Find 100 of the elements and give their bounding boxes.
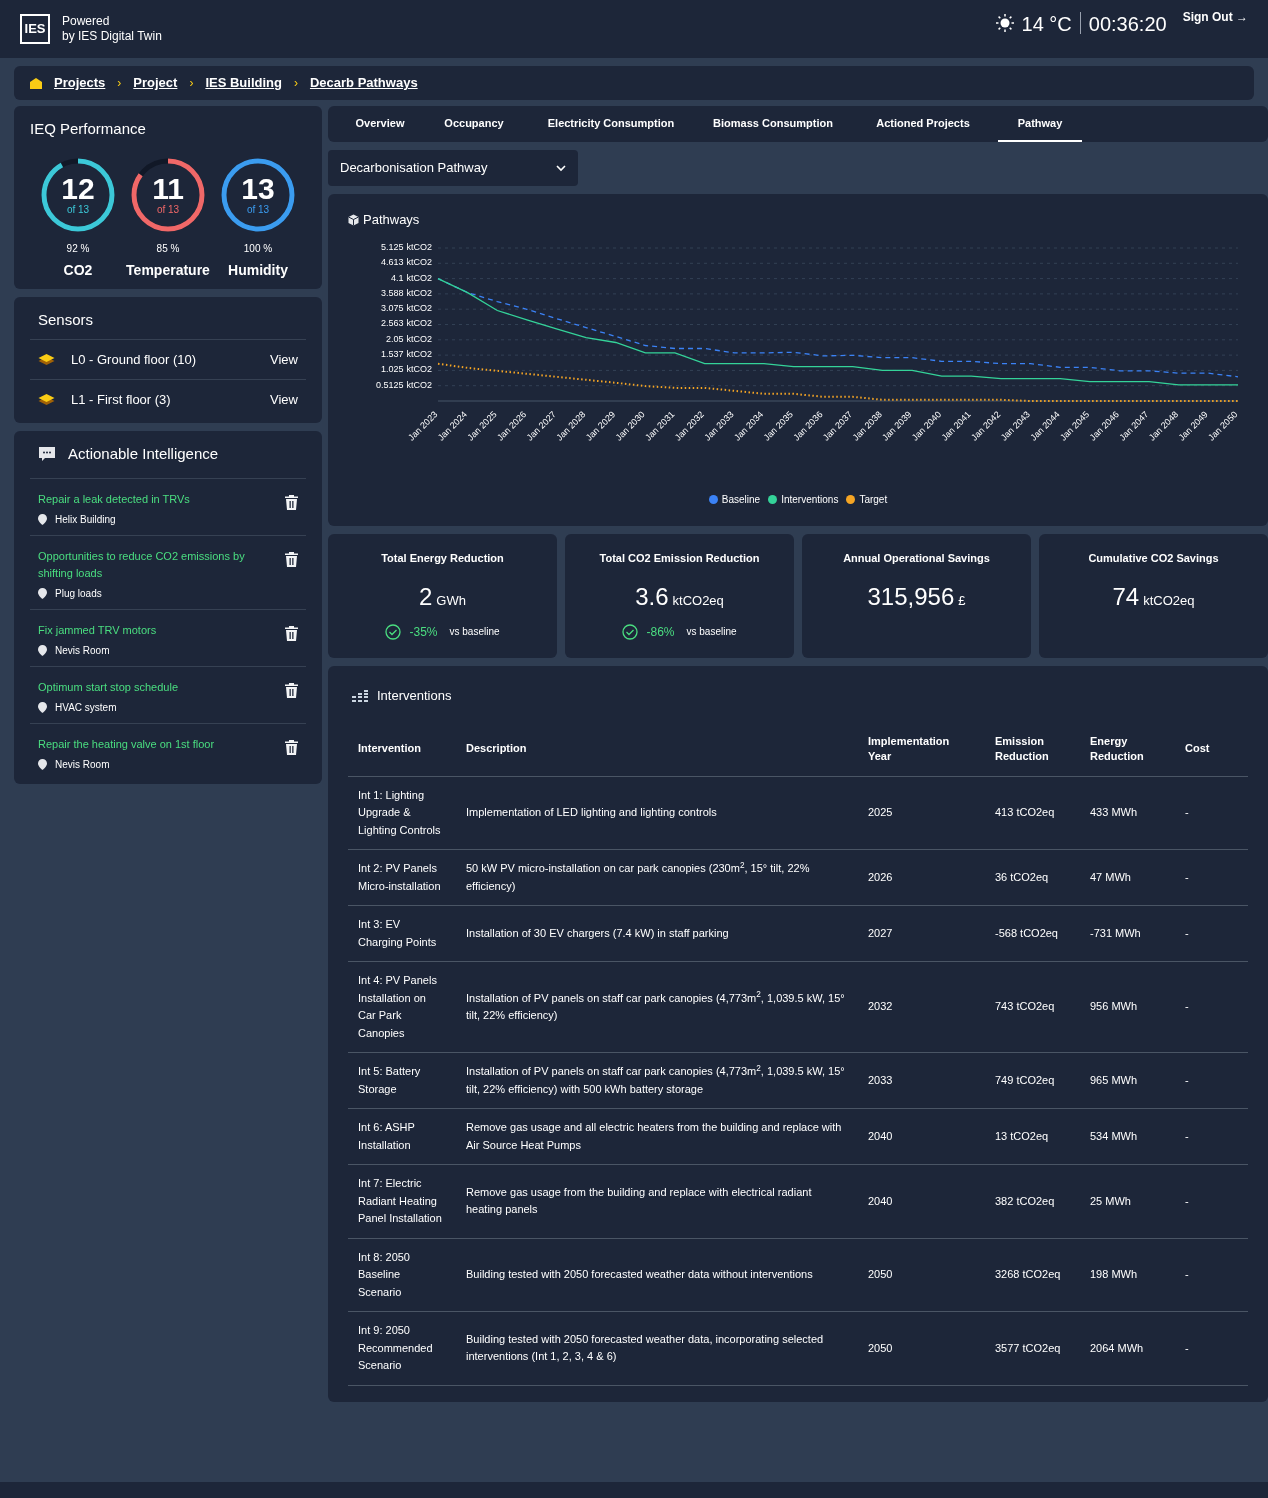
column-header: Intervention [358,742,421,754]
pathway-dropdown[interactable]: Decarbonisation Pathway [328,150,578,186]
table-cell: 2040 [868,1129,893,1142]
logo: IES [20,14,50,44]
kpi-title: Total CO2 Emission Reduction [599,551,760,566]
y-tick-label: 4.1 [389,272,404,284]
compare-text: vs baseline [686,625,737,639]
unit-label: ktCO2 [406,364,432,376]
table-cell: Remove gas usage from the building and replace with electrical radiant heating panels [466,1185,812,1216]
percent-text: 100 % [243,241,273,256]
tab[interactable]: Biomass Consumption [698,106,848,142]
kpi-unit: ktCO2eq [672,591,724,610]
location-text: Nevis Room [55,643,110,658]
tab[interactable]: Electricity Consumption [524,106,698,142]
table-cell: 3577 tCO2eq [995,1341,1061,1354]
panel-title: Interventions [377,687,452,705]
check-circle-icon [385,623,402,640]
y-tick-label: 3.075 [379,303,404,315]
table-cell: 743 tCO2eq [995,1000,1055,1013]
kpi-title: Total Energy Reduction [381,551,504,566]
unit-label: ktCO2 [406,379,432,391]
table-cell: Installation of PV panels on staff car park canopies (4,773m$^{2}$, 1,039.5 kW, 15° tilt, 22% efficiency) [466,991,845,1021]
unit-label: ktCO2 [406,272,432,284]
y-tick-label: 0.5125 [374,379,404,391]
legend-label[interactable]: Baseline [721,491,761,507]
table-cell: - [1185,1194,1189,1207]
gauge-value: 12 [61,173,95,204]
table-cell: 2025 [868,806,893,818]
table-cell: Int 5: Battery Storage [358,1065,421,1095]
y-tick-label: 1.537 [379,349,404,361]
tab[interactable]: Overview [336,106,424,142]
pin-icon [38,644,47,656]
breadcrumb-link[interactable]: Project [133,73,178,93]
temperature-text: 14 °C [1021,12,1072,36]
chart-title: Pathways [363,211,420,229]
tab[interactable]: Actioned Projects [848,106,998,142]
table-cell: - [1185,1129,1189,1142]
breadcrumb-link[interactable]: Decarb Pathways [309,73,418,93]
gauge-value: 11 [152,173,184,204]
chevron-icon: › [189,74,194,92]
unit-label: ktCO2 [406,318,432,330]
location-text: Plug loads [55,586,102,601]
location-text: Helix Building [55,512,116,527]
table-cell: 2064 MWh [1090,1341,1144,1354]
tab[interactable]: Occupancy [424,106,524,142]
delete-icon[interactable] [285,682,298,698]
delete-icon[interactable] [285,739,298,755]
layers-icon [38,353,55,366]
y-tick-label: 5.125 [379,242,404,253]
delete-icon[interactable] [285,494,298,510]
table-cell: 2027 [868,926,893,939]
breadcrumb-link[interactable]: IES Building [205,73,282,93]
table-cell: Int 3: EV Charging Points [358,918,437,948]
delete-icon[interactable] [285,625,298,641]
unit-label: ktCO2 [406,333,432,345]
table-cell: 749 tCO2eq [995,1073,1055,1086]
chevron-icon: › [293,74,298,92]
tab[interactable]: Pathway [998,106,1082,142]
table-cell: - [1185,926,1189,939]
table-cell: 433 MWh [1090,806,1138,818]
kpi-unit: ktCO2eq [1143,591,1195,610]
legend-label[interactable]: Interventions [781,491,839,507]
sign-out-link[interactable]: Sign Out → [1182,8,1248,26]
legend-label[interactable]: Target [859,491,888,507]
y-tick-label: 2.05 [384,333,404,345]
sun-icon [995,14,1014,32]
unit-label: ktCO2 [406,257,432,269]
action-title[interactable]: Fix jammed TRV motors [38,621,285,639]
column-header: Energy Reduction [1090,734,1144,762]
column-header: Cost [1185,742,1210,754]
table-cell: Int 8: 2050 Baseline Scenario [358,1250,410,1298]
table-cell: - [1185,806,1189,818]
panel-title: Sensors [37,309,95,330]
table-cell: 198 MWh [1090,1268,1138,1280]
compare-text: vs baseline [449,625,500,639]
breadcrumb-link[interactable]: Projects [54,73,106,93]
y-tick-label: 3.588 [379,287,404,299]
table-cell: Int 1: Lighting Upgrade & Lighting Controls [358,788,441,836]
unit-label: ktCO2 [406,242,432,253]
floor-label: L1 - First floor (3) [71,390,171,409]
kpi-value: 315,956 [867,581,955,612]
view-link[interactable]: View [270,389,298,410]
action-title[interactable]: Repair a leak detected in TRVs [38,490,285,508]
delete-icon[interactable] [285,551,298,567]
cube-icon [348,213,359,226]
table-cell: Int 4: PV Panels Installation on Car Park Canopies [358,974,437,1039]
table-cell: 2033 [868,1073,893,1086]
view-link[interactable]: View [270,349,298,370]
clock-text: 00:36:20 [1088,12,1167,36]
panel-title: Actionable Intelligence [68,444,219,464]
gauge-caption: of 13 [156,203,180,216]
table-cell: 13 tCO2eq [995,1129,1049,1142]
layers-icon [38,393,55,406]
action-title[interactable]: Opportunities to reduce CO2 emissions by shifting loads [38,547,285,582]
table-cell: - [1185,870,1189,883]
action-title[interactable]: Optimum start stop schedule [38,678,285,696]
percent-text: 85 % [156,241,180,256]
unit-label: ktCO2 [406,303,432,315]
table-cell: Building tested with 2050 forecasted weather data without interventions [466,1268,813,1280]
action-title[interactable]: Repair the heating valve on 1st floor [38,735,285,753]
